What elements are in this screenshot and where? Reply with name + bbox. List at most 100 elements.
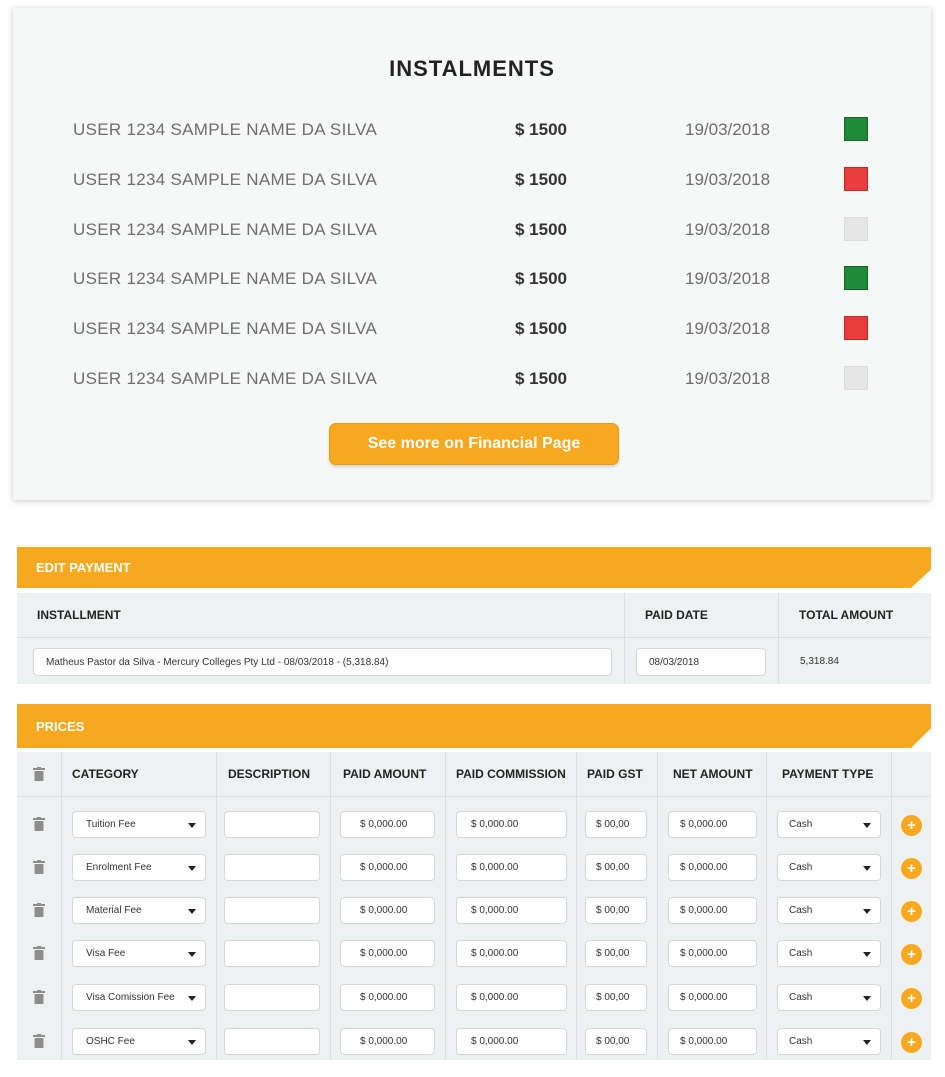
net-amount-field[interactable]: $ 0,000.00	[668, 940, 757, 967]
paid-gst-field[interactable]: $ 00,00	[585, 940, 647, 967]
instalment-name: USER 1234 SAMPLE NAME DA SILVA	[73, 369, 378, 388]
category-select[interactable]: Visa Fee	[72, 940, 206, 967]
prices-table: CATEGORY DESCRIPTION PAID AMOUNT PAID CO…	[17, 752, 931, 1060]
category-value: Visa Fee	[86, 948, 126, 959]
plus-icon[interactable]: +	[901, 858, 922, 879]
paid-gst-field[interactable]: $ 00,00	[585, 984, 647, 1011]
category-value: Tuition Fee	[86, 819, 136, 830]
paid-gst-field[interactable]: $ 00,00	[585, 854, 647, 881]
paid-commission-field[interactable]: $ 0,000.00	[456, 1028, 567, 1055]
payment-type-select[interactable]: Cash	[777, 897, 881, 924]
net-amount-field[interactable]: $ 0,000.00	[668, 811, 757, 838]
net-amount-field[interactable]: $ 0,000.00	[668, 854, 757, 881]
plus-icon[interactable]: +	[901, 1032, 922, 1053]
total-amount-column-header: TOTAL AMOUNT	[799, 608, 894, 622]
paid-commission-field[interactable]: $ 0,000.00	[456, 940, 567, 967]
chevron-down-icon	[863, 823, 871, 828]
instalment-status-pending	[844, 217, 868, 241]
instalment-amount: $ 1500	[515, 319, 567, 338]
category-select[interactable]: Material Fee	[72, 897, 206, 924]
paid-commission-field[interactable]: $ 0,000.00	[456, 811, 567, 838]
category-select[interactable]: Visa Comission Fee	[72, 984, 206, 1011]
plus-icon[interactable]: +	[901, 988, 922, 1009]
chevron-down-icon	[188, 823, 196, 828]
instalment-amount: $ 1500	[515, 369, 567, 388]
paid-amount-field[interactable]: $ 0,000.00	[340, 897, 435, 924]
trash-icon[interactable]	[33, 903, 45, 917]
instalment-row: USER 1234 SAMPLE NAME DA SILVA $ 1500 19/0…	[13, 114, 931, 144]
instalment-date: 19/03/2018	[685, 369, 771, 388]
description-field[interactable]	[224, 854, 320, 881]
chevron-down-icon	[188, 952, 196, 957]
category-select[interactable]: Enrolment Fee	[72, 854, 206, 881]
instalment-date: 19/03/2018	[685, 269, 771, 288]
paid-amount-field[interactable]: $ 0,000.00	[340, 1028, 435, 1055]
net-amount-field[interactable]: $ 0,000.00	[668, 1028, 757, 1055]
instalment-row: USER 1234 SAMPLE NAME DA SILVA $ 1500 19/0…	[13, 214, 931, 244]
payment-type-value: Cash	[789, 1036, 813, 1047]
category-value: Material Fee	[86, 905, 142, 916]
trash-icon[interactable]	[33, 767, 45, 781]
payment-type-select[interactable]: Cash	[777, 984, 881, 1011]
trash-icon[interactable]	[33, 860, 45, 874]
paid-commission-field[interactable]: $ 0,000.00	[456, 984, 567, 1011]
payment-type-column-header: PAYMENT TYPE	[782, 767, 874, 781]
category-column-header: CATEGORY	[72, 767, 139, 781]
chevron-down-icon	[863, 952, 871, 957]
category-select[interactable]: Tuition Fee	[72, 811, 206, 838]
paid-gst-field[interactable]: $ 00,00	[585, 897, 647, 924]
trash-icon[interactable]	[33, 990, 45, 1004]
payment-type-select[interactable]: Cash	[777, 811, 881, 838]
instalment-name: USER 1234 SAMPLE NAME DA SILVA	[73, 319, 378, 338]
category-select[interactable]: OSHC Fee	[72, 1028, 206, 1055]
paid-date-field[interactable]: 08/03/2018	[636, 648, 766, 676]
chevron-down-icon	[188, 996, 196, 1001]
chevron-down-icon	[188, 866, 196, 871]
paid-amount-field[interactable]: $ 0,000.00	[340, 854, 435, 881]
paid-commission-field[interactable]: $ 0,000.00	[456, 854, 567, 881]
price-row: Visa Fee $ 0,000.00 $ 0,000.00 $ 00,00 $ 0,0…	[17, 933, 931, 976]
trash-icon[interactable]	[33, 946, 45, 960]
plus-icon[interactable]: +	[901, 944, 922, 965]
trash-icon[interactable]	[33, 817, 45, 831]
description-field[interactable]	[224, 984, 320, 1011]
description-field[interactable]	[224, 897, 320, 924]
description-field[interactable]	[224, 811, 320, 838]
payment-type-select[interactable]: Cash	[777, 1028, 881, 1055]
paid-gst-column-header: PAID GST	[587, 767, 643, 781]
instalment-amount: $ 1500	[515, 220, 567, 239]
chevron-down-icon	[863, 909, 871, 914]
paid-commission-column-header: PAID COMMISSION	[456, 767, 566, 781]
paid-amount-column-header: PAID AMOUNT	[343, 767, 427, 781]
paid-amount-field[interactable]: $ 0,000.00	[340, 984, 435, 1011]
trash-icon[interactable]	[33, 1034, 45, 1048]
total-amount-value: 5,318.84	[800, 656, 839, 667]
payment-type-select[interactable]: Cash	[777, 854, 881, 881]
chevron-down-icon	[188, 909, 196, 914]
net-amount-field[interactable]: $ 0,000.00	[668, 984, 757, 1011]
plus-icon[interactable]: +	[901, 901, 922, 922]
installment-table: INSTALLMENT PAID DATE TOTAL AMOUNT Mathe…	[17, 593, 931, 684]
chevron-down-icon	[188, 1040, 196, 1045]
payment-type-select[interactable]: Cash	[777, 940, 881, 967]
category-value: Enrolment Fee	[86, 862, 152, 873]
description-field[interactable]	[224, 1028, 320, 1055]
installment-field[interactable]: Matheus Pastor da Silva - Mercury Colleg…	[33, 648, 612, 676]
price-row: Visa Comission Fee $ 0,000.00 $ 0,000.00 $ …	[17, 977, 931, 1020]
description-field[interactable]	[224, 940, 320, 967]
instalment-status-paid	[844, 266, 868, 290]
plus-icon[interactable]: +	[901, 815, 922, 836]
paid-gst-field[interactable]: $ 00,00	[585, 1028, 647, 1055]
instalment-row: USER 1234 SAMPLE NAME DA SILVA $ 1500 19/0…	[13, 164, 931, 194]
paid-amount-field[interactable]: $ 0,000.00	[340, 811, 435, 838]
instalment-status-overdue	[844, 167, 868, 191]
see-more-financial-button[interactable]: See more on Financial Page	[329, 423, 619, 465]
instalment-name: USER 1234 SAMPLE NAME DA SILVA	[73, 220, 378, 239]
net-amount-field[interactable]: $ 0,000.00	[668, 897, 757, 924]
description-column-header: DESCRIPTION	[228, 767, 311, 781]
instalments-card: INSTALMENTS USER 1234 SAMPLE NAME DA SIL…	[13, 8, 931, 500]
paid-amount-field[interactable]: $ 0,000.00	[340, 940, 435, 967]
payment-type-value: Cash	[789, 948, 813, 959]
paid-commission-field[interactable]: $ 0,000.00	[456, 897, 567, 924]
paid-gst-field[interactable]: $ 00,00	[585, 811, 647, 838]
